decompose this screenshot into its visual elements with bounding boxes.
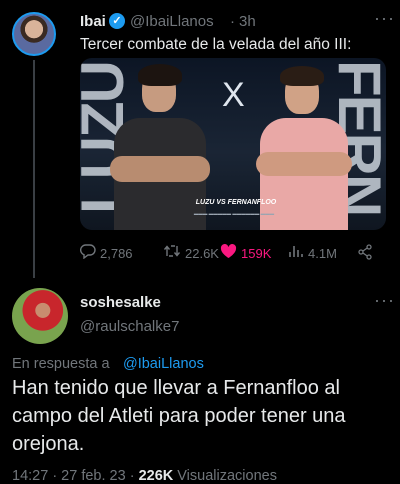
fighter-left-hair bbox=[138, 64, 182, 86]
media-banner-subtext: ▬▬▬ ▬▬▬▬▬ ▬▬▬▬▬▬ ▬▬▬ bbox=[193, 211, 275, 216]
reply-button[interactable]: 2,786 bbox=[80, 244, 133, 263]
retweet-count: 22.6K bbox=[185, 245, 219, 261]
like-count: 159K bbox=[241, 246, 272, 261]
reply-author-name[interactable]: soshesalke bbox=[80, 294, 161, 311]
separator: · bbox=[230, 13, 235, 30]
reply-prefix: En respuesta a bbox=[12, 356, 110, 372]
more-options-icon[interactable]: ··· bbox=[374, 8, 395, 29]
comment-icon bbox=[80, 244, 96, 263]
bar-chart-icon bbox=[288, 244, 304, 262]
fighter-right-hair bbox=[280, 66, 324, 86]
reply-count: 2,786 bbox=[100, 246, 133, 261]
views-button[interactable]: 4.1M bbox=[288, 244, 337, 262]
fighter-left-arms bbox=[110, 156, 210, 182]
reply-text: Han tenido que llevar a Fernanfloo al ca… bbox=[12, 377, 346, 455]
like-button[interactable]: 159K bbox=[220, 244, 271, 263]
tweet-media-image[interactable]: LUZU FERN X LUZU VS FERNANFLOO ▬▬▬ ▬▬▬▬▬… bbox=[80, 58, 386, 230]
versus-mark: X bbox=[222, 76, 245, 114]
tweet-time[interactable]: 3h bbox=[239, 13, 256, 30]
views-count: 4.1M bbox=[308, 245, 337, 261]
author-name[interactable]: Ibai bbox=[80, 13, 106, 30]
avatar[interactable] bbox=[12, 12, 56, 56]
more-options-icon[interactable]: ··· bbox=[374, 290, 395, 311]
retweet-button[interactable]: 22.6K bbox=[163, 244, 219, 262]
reply-author-handle[interactable]: @raulschalke7 bbox=[80, 318, 179, 335]
fighter-right-arms bbox=[256, 152, 352, 176]
heart-icon bbox=[220, 244, 237, 263]
author-handle[interactable]: @IbaiLlanos bbox=[130, 13, 214, 30]
thread-line bbox=[33, 60, 35, 278]
retweet-icon bbox=[163, 244, 181, 262]
tweet-text: Tercer combate de la velada del año III: bbox=[80, 36, 352, 53]
reply-to-link[interactable]: @IbaiLlanos bbox=[123, 356, 204, 372]
media-banner: LUZU VS FERNANFLOO bbox=[195, 199, 277, 206]
verified-badge-icon: ✓ bbox=[109, 13, 125, 29]
share-icon[interactable] bbox=[357, 244, 373, 260]
reply-avatar[interactable] bbox=[12, 288, 68, 344]
